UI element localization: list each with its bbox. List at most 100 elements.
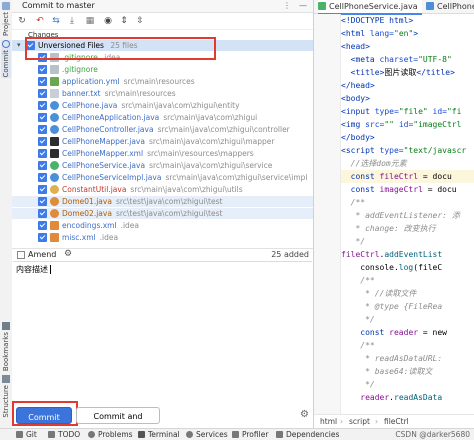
git-branch-icon xyxy=(16,431,23,438)
added-count: 25 added xyxy=(271,250,309,259)
eye-icon[interactable]: ◉ xyxy=(102,16,114,27)
file-row[interactable]: Dome02.java src\test\java\com\zhigui\test xyxy=(12,208,313,219)
commit-panel: Commit to master ⋮ — ↻ ↶ ⇆ ⤓ ▦ ◉ ⇕ ⇳ Cha… xyxy=(12,0,314,436)
breadcrumb-item[interactable]: script xyxy=(349,415,370,428)
status-item-services[interactable]: Services xyxy=(186,429,228,440)
file-checkbox[interactable] xyxy=(38,113,47,122)
file-row[interactable]: misc.xml .idea xyxy=(12,232,313,243)
file-checkbox[interactable] xyxy=(38,173,47,182)
more-options-icon[interactable]: ⋮ xyxy=(282,1,292,11)
sidebar-tab-project[interactable]: Project xyxy=(1,2,11,36)
file-row[interactable]: banner.txt src\main\resources xyxy=(12,88,313,99)
diff-icon[interactable]: ⇆ xyxy=(50,16,62,27)
terminal-icon xyxy=(138,431,145,438)
sidebar-tab-structure[interactable]: Structure xyxy=(1,375,11,418)
code-line: */ xyxy=(341,237,366,246)
file-checkbox[interactable] xyxy=(38,233,47,242)
status-item-profiler[interactable]: Profiler xyxy=(232,429,268,440)
file-row[interactable]: ConstantUtil.java src\main\java\com\zhigu… xyxy=(12,184,313,195)
code-line: const reader = new xyxy=(341,328,447,337)
file-checkbox[interactable] xyxy=(38,65,47,74)
file-row[interactable]: CellPhoneApplication.java src\main\java\c… xyxy=(12,112,313,123)
commit-button[interactable]: Commit xyxy=(16,407,72,424)
code-line: const fileCtrl = docu xyxy=(341,170,474,183)
status-item-terminal[interactable]: Terminal xyxy=(138,429,180,440)
java-class-icon xyxy=(50,101,59,110)
code-line: reader.readAsData xyxy=(341,393,443,402)
xml-file-icon xyxy=(50,233,59,242)
commit-message-input[interactable]: 内容描述 xyxy=(13,261,312,398)
gear-icon[interactable]: ⚙ xyxy=(64,249,72,259)
ide-window: Project Commit Bookmarks Structure Commi… xyxy=(0,0,474,440)
file-checkbox[interactable] xyxy=(38,209,47,218)
commit-icon xyxy=(2,40,10,48)
editor-tab-cellphoneservice[interactable]: CellPhoneService.java xyxy=(318,0,422,15)
sidebar-tab-bookmarks[interactable]: Bookmarks xyxy=(1,322,11,371)
breadcrumb-item[interactable]: fileCtrl xyxy=(384,415,409,428)
status-item-problems[interactable]: Problems xyxy=(88,429,133,440)
gear-icon[interactable]: ⚙ xyxy=(300,409,309,420)
file-row[interactable]: CellPhoneMapper.java src\main\java\com\zh… xyxy=(12,136,313,147)
rollback-icon[interactable]: ↶ xyxy=(34,16,46,27)
code-line: */ xyxy=(341,380,375,389)
editor-tab-cellphone[interactable]: CellPhone xyxy=(426,0,474,13)
file-checkbox[interactable] xyxy=(38,197,47,206)
code-line: * //读取文件 xyxy=(341,289,417,298)
file-row[interactable]: .gitignore xyxy=(12,64,313,75)
minimize-icon[interactable]: — xyxy=(298,1,308,11)
file-checkbox[interactable] xyxy=(38,185,47,194)
file-row[interactable]: CellPhone.java src\main\java\com\zhigui\e… xyxy=(12,100,313,111)
chevron-down-icon[interactable]: ▾ xyxy=(17,40,21,51)
panel-header: Commit to master ⋮ — xyxy=(12,0,313,13)
file-icon xyxy=(50,65,59,74)
panel-title: Commit to master xyxy=(22,1,95,10)
code-line: //选择dom元素 xyxy=(341,159,407,168)
yaml-file-icon xyxy=(50,77,59,86)
code-line: /** xyxy=(341,341,375,350)
text-file-icon xyxy=(50,89,59,98)
structure-icon xyxy=(2,375,10,383)
commit-toolbar: ↻ ↶ ⇆ ⤓ ▦ ◉ ⇕ ⇳ xyxy=(12,13,313,30)
xml-file-icon xyxy=(50,221,59,230)
commit-and-push-button[interactable]: Commit and Push... xyxy=(76,407,160,436)
file-checkbox[interactable] xyxy=(38,125,47,134)
file-row[interactable]: CellPhoneController.java src\main\java\co… xyxy=(12,124,313,135)
watermark: CSDN @darker5680 xyxy=(395,430,470,439)
code-line: * change: 改变执行 xyxy=(341,224,436,233)
status-item-todo[interactable]: TODO xyxy=(48,429,80,440)
file-row[interactable]: CellPhoneService.java src\main\java\com\z… xyxy=(12,160,313,171)
amend-checkbox[interactable] xyxy=(17,251,25,259)
file-checkbox[interactable] xyxy=(38,77,47,86)
file-row[interactable]: application.yml src\main\resources xyxy=(12,76,313,87)
file-row[interactable]: CellPhoneServiceImpl.java src\main\java\c… xyxy=(12,172,313,183)
sidebar-tab-commit[interactable]: Commit xyxy=(1,40,11,78)
download-icon[interactable]: ⤓ xyxy=(66,16,78,27)
code-line: * readAsDataURL: xyxy=(341,354,443,363)
file-checkbox[interactable] xyxy=(38,89,47,98)
amend-label[interactable]: Amend xyxy=(28,250,56,259)
file-checkbox[interactable] xyxy=(38,149,47,158)
file-checkbox[interactable] xyxy=(38,101,47,110)
breadcrumb-item[interactable]: html xyxy=(320,415,337,428)
java-class-icon xyxy=(50,173,59,182)
file-row[interactable]: Dome01.java src\test\java\com\zhigui\test xyxy=(12,196,313,207)
status-item-dependencies[interactable]: Dependencies xyxy=(276,429,339,440)
group-by-icon[interactable]: ▦ xyxy=(84,16,96,27)
file-checkbox[interactable] xyxy=(38,221,47,230)
status-item-git[interactable]: Git xyxy=(16,429,37,440)
file-row[interactable]: CellPhoneMapper.xml src\main\resources\ma… xyxy=(12,148,313,159)
status-bar: Git TODO Problems Terminal Services Prof… xyxy=(0,428,474,440)
file-checkbox[interactable] xyxy=(38,161,47,170)
java-interface-icon xyxy=(318,2,326,10)
code-line: <!DOCTYPE html> xyxy=(341,16,414,25)
refresh-icon[interactable]: ↻ xyxy=(16,16,28,27)
text-caret xyxy=(50,265,51,274)
code-line: fileCtrl.addEventList xyxy=(341,250,443,259)
collapse-all-icon[interactable]: ⇳ xyxy=(134,16,146,27)
java-class-icon xyxy=(50,209,59,218)
commit-message-text[interactable]: 内容描述 xyxy=(16,264,48,275)
expand-all-icon[interactable]: ⇕ xyxy=(118,16,130,27)
code-content[interactable]: <!DOCTYPE html> <html lang="en"> <head> … xyxy=(341,14,474,414)
file-row[interactable]: encodings.xml .idea xyxy=(12,220,313,231)
file-checkbox[interactable] xyxy=(38,137,47,146)
